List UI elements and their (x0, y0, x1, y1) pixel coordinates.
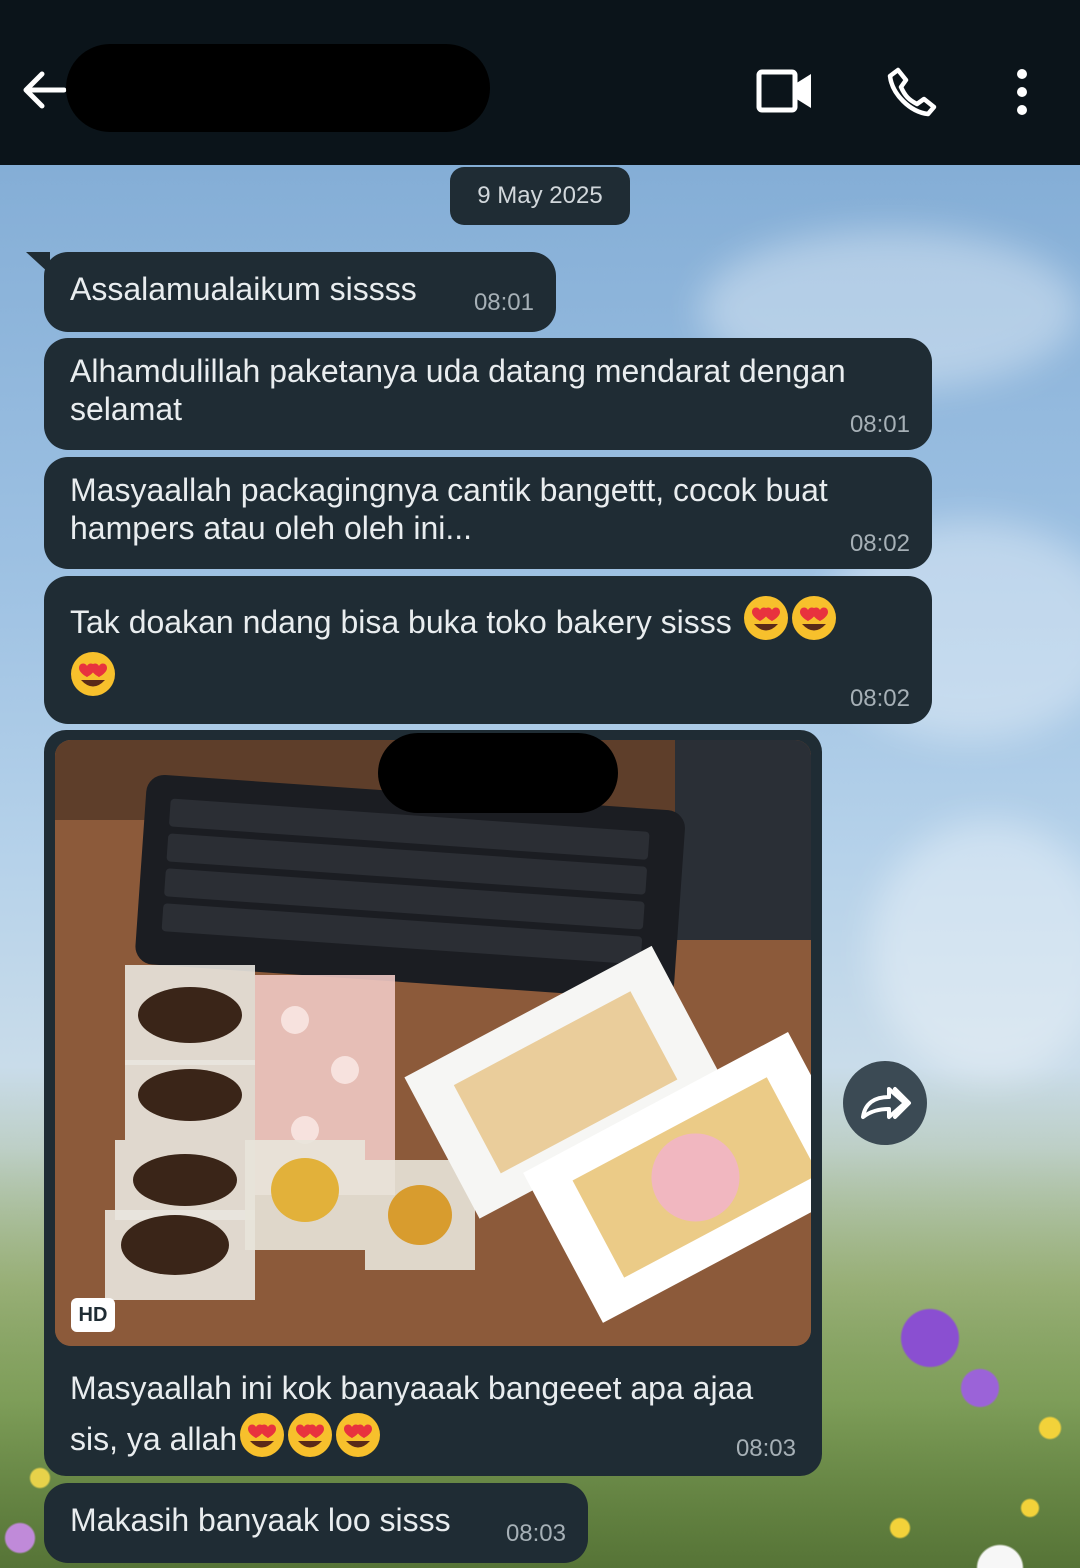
caption-area: Masyaallah ini kok banyaaak bangeeet apa… (44, 1350, 822, 1476)
photo-redaction (378, 733, 618, 813)
message-text: Alhamdulillah paketanya uda datang menda… (70, 353, 846, 427)
message-text: Masyaallah ini kok banyaaak bangeeet apa… (70, 1370, 754, 1457)
contact-name-redacted[interactable] (66, 44, 490, 132)
message-time: 08:03 (735, 1435, 796, 1462)
message-time: 08:02 (849, 530, 910, 557)
date-chip: 9 May 2025 (450, 167, 630, 225)
message-time: 08:03 (505, 1520, 566, 1547)
message-time: 08:02 (849, 685, 910, 712)
message-bubble[interactable]: Tak doakan ndang bisa buka toko bakery s… (44, 576, 932, 724)
heart-eyes-emoji-icon (336, 1413, 381, 1457)
photo-attachment[interactable]: HD (55, 740, 811, 1346)
chat-header (0, 0, 1080, 165)
message-time: 08:01 (473, 289, 534, 316)
message-bubble[interactable]: Makasih banyaak loo sisss 08:03 (44, 1483, 588, 1563)
message-bubble[interactable]: Assalamualaikum sissss 08:01 (44, 252, 556, 332)
message-bubble[interactable]: Masyaallah packagingnya cantik bangettt,… (44, 457, 932, 569)
heart-eyes-emoji-icon (743, 596, 788, 640)
message-text: Masyaallah packagingnya cantik bangettt,… (70, 472, 828, 546)
message-text: Assalamualaikum sissss (70, 271, 417, 307)
more-vertical-icon[interactable] (1010, 68, 1034, 116)
forward-button[interactable] (843, 1061, 927, 1145)
forward-icon (861, 1087, 911, 1119)
message-bubble[interactable]: Alhamdulillah paketanya uda datang menda… (44, 338, 932, 450)
message-time: 08:01 (849, 411, 910, 438)
heart-eyes-emoji-icon (288, 1413, 333, 1457)
message-text-row: Tak doakan ndang bisa buka toko bakery s… (70, 594, 906, 706)
message-text: Makasih banyaak loo sisss (70, 1502, 451, 1538)
heart-eyes-emoji-icon (240, 1413, 285, 1457)
heart-eyes-emoji-icon (791, 596, 836, 640)
arrow-left-icon[interactable] (20, 66, 68, 114)
video-call-icon[interactable] (756, 64, 814, 118)
message-text: Tak doakan ndang bisa buka toko bakery s… (70, 604, 732, 640)
message-text-row: Masyaallah ini kok banyaaak bangeeet apa… (70, 1364, 762, 1463)
heart-eyes-emoji-icon (71, 652, 115, 696)
hd-badge: HD (71, 1298, 115, 1332)
phone-icon[interactable] (886, 66, 938, 118)
bakery-photo-image (55, 740, 811, 1346)
